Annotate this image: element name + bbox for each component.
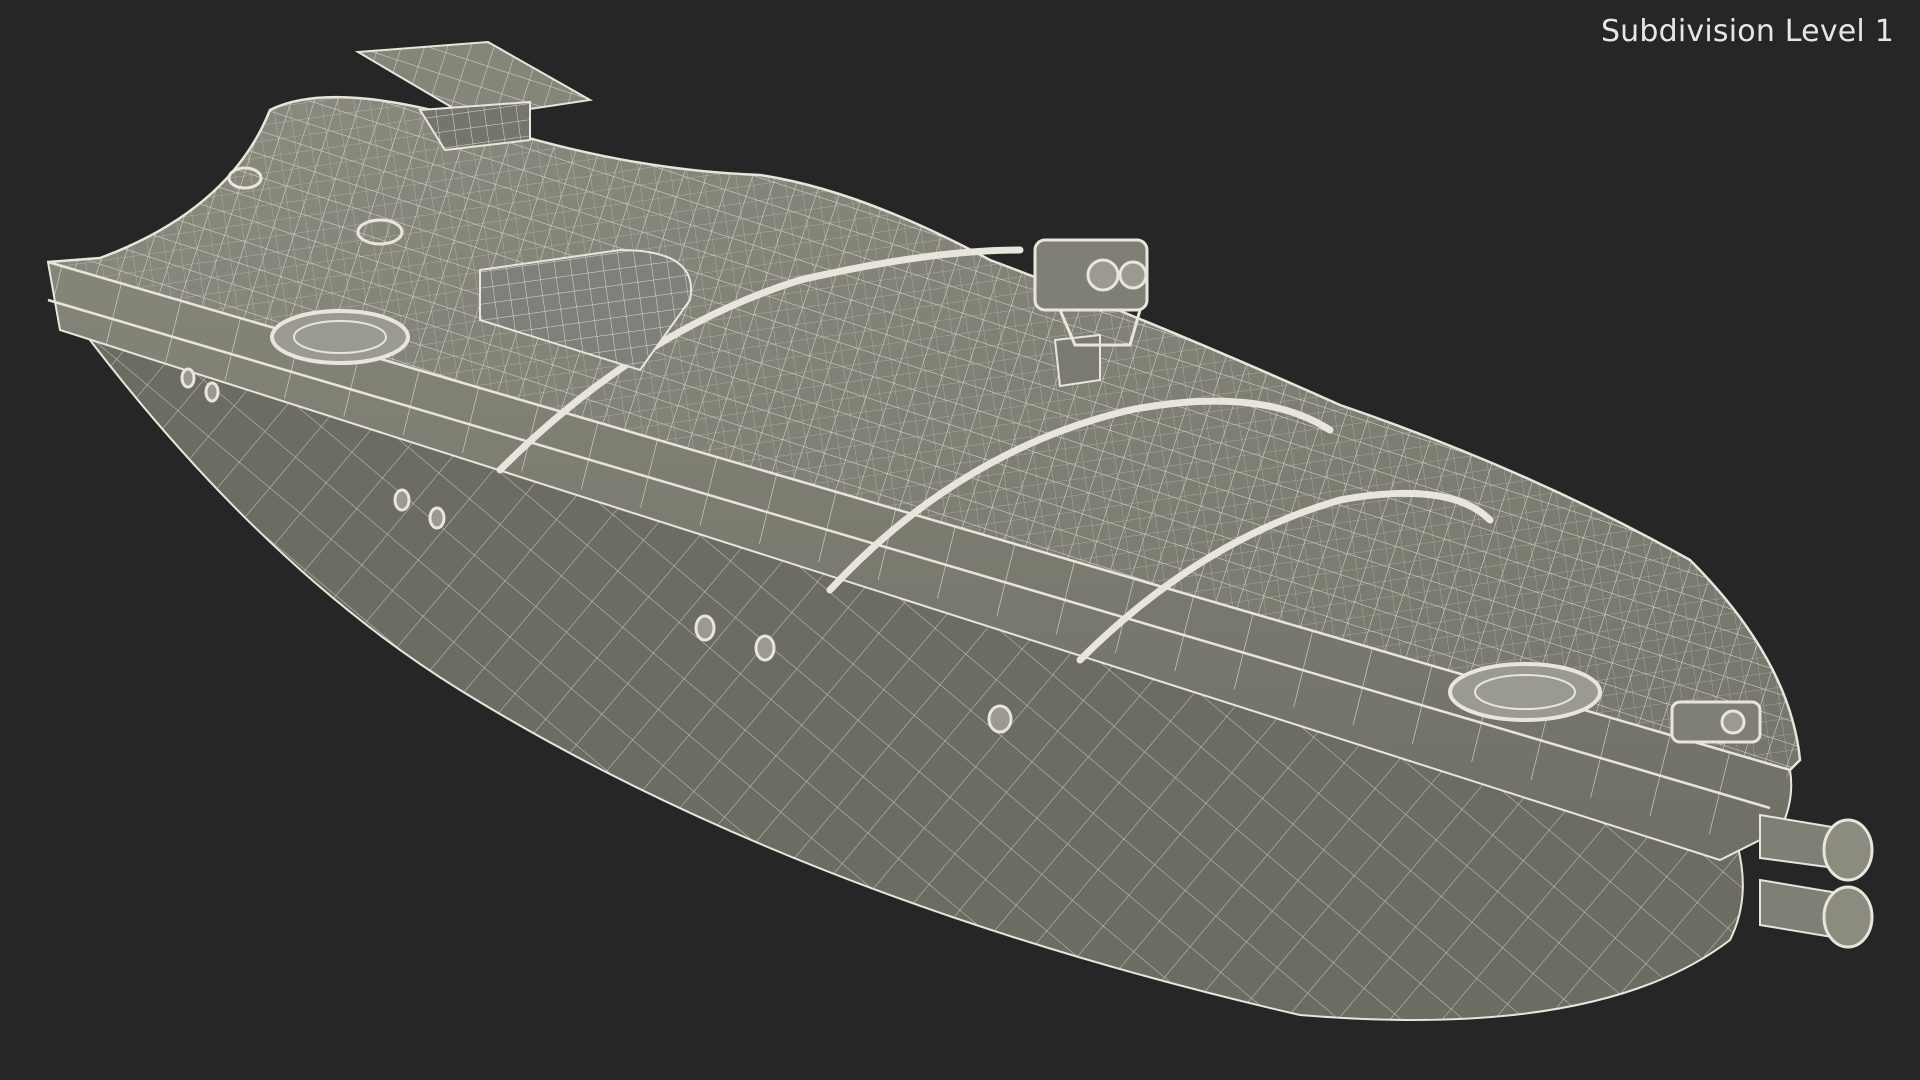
subdivision-level-label: Subdivision Level 1 xyxy=(1600,14,1894,49)
boat-wireframe-render xyxy=(46,40,1874,1021)
bow-sensor xyxy=(1670,700,1762,744)
thruster-lower xyxy=(1759,878,1874,949)
thruster-upper xyxy=(1759,813,1874,882)
hatch-aft xyxy=(270,309,410,365)
hatch-fore xyxy=(1448,662,1602,722)
render-viewport: Subdivision Level 1 xyxy=(0,0,1920,1080)
